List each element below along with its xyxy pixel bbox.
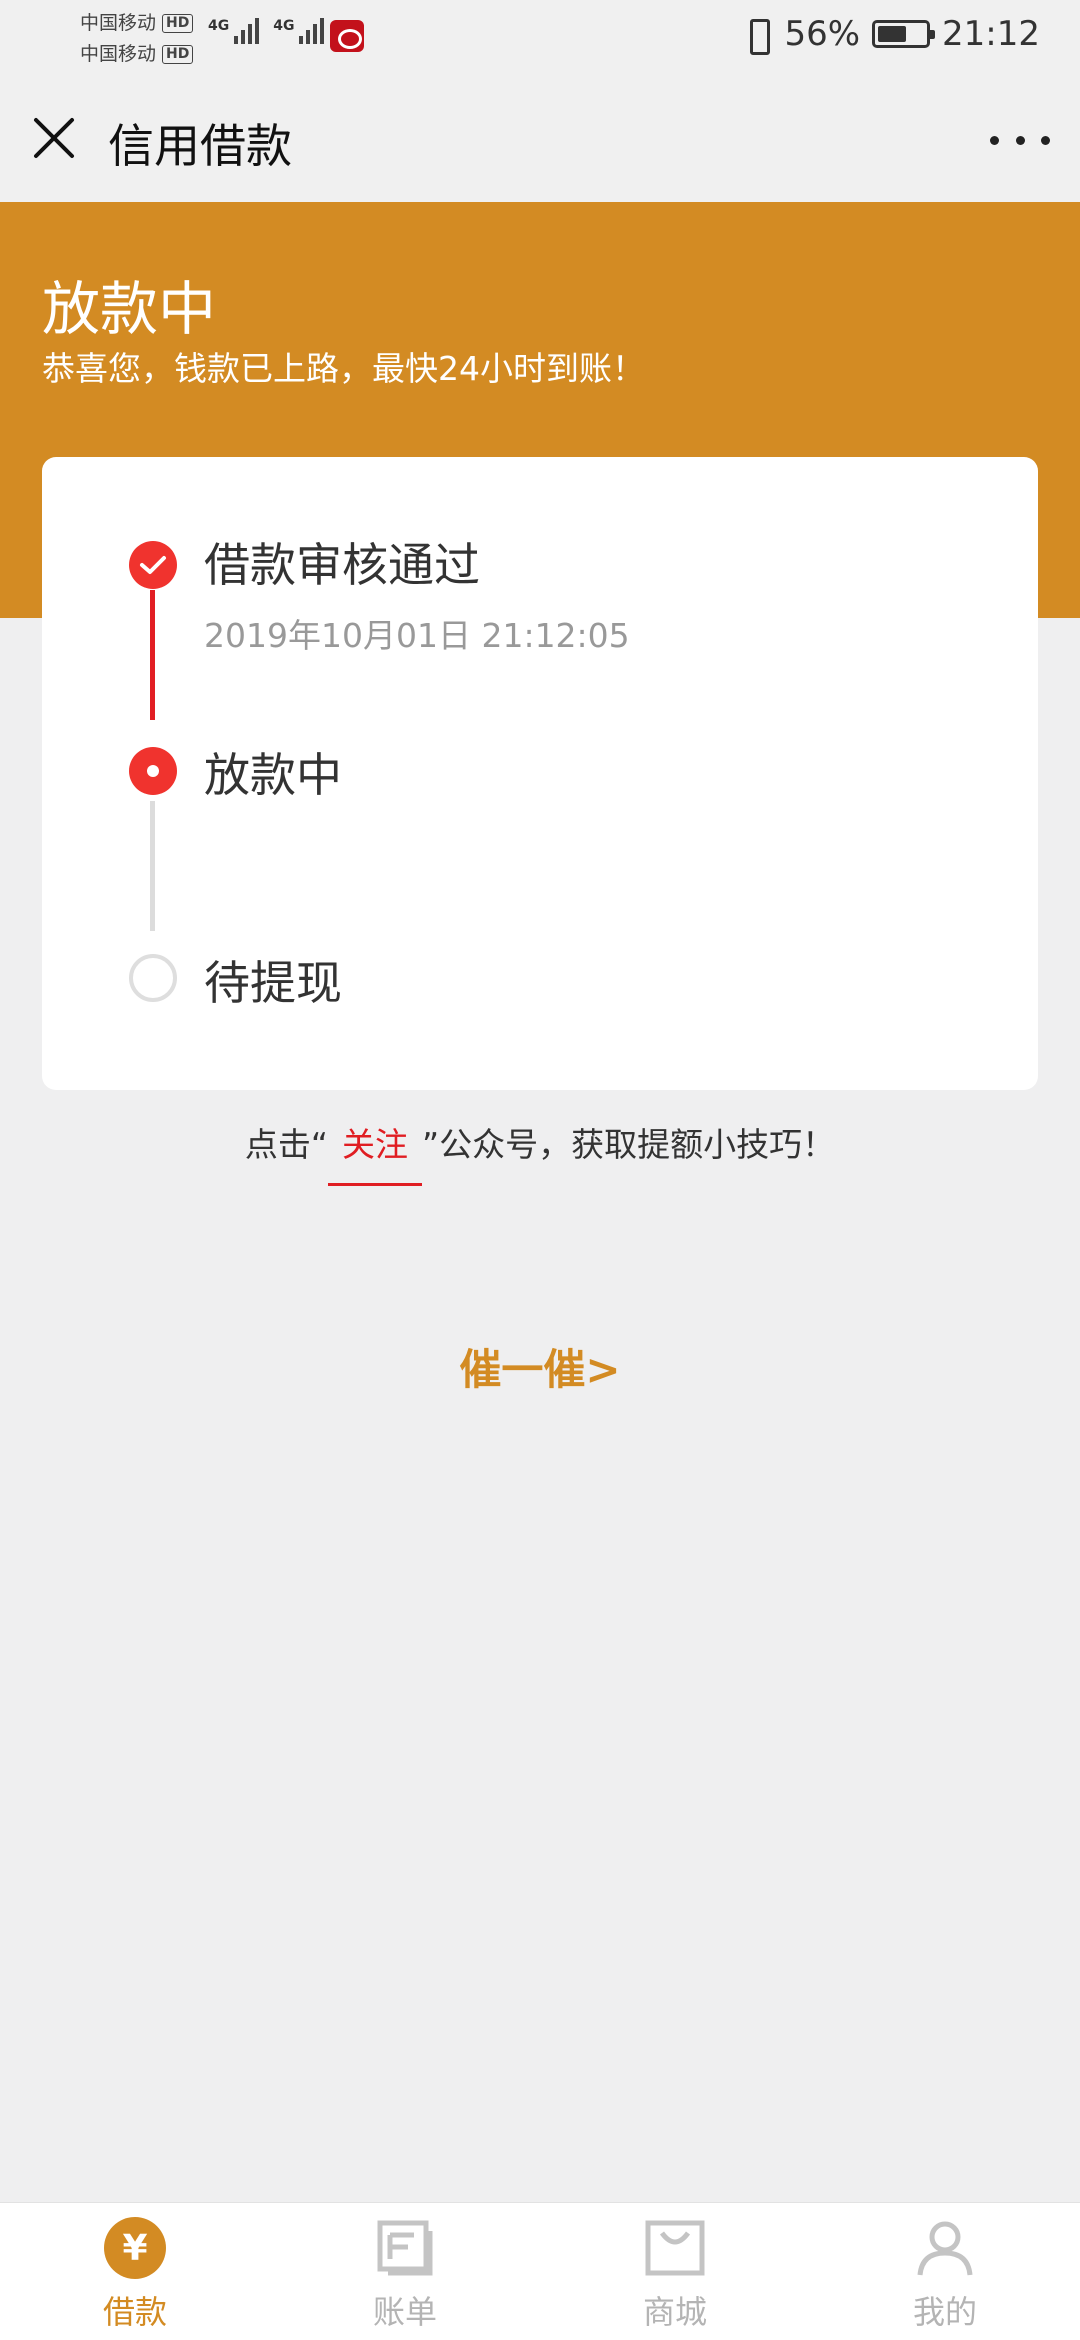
step-label-disbursing: 放款中 xyxy=(204,748,342,802)
tab-mine[interactable]: 我的 xyxy=(810,2203,1080,2340)
bill-icon xyxy=(374,2217,436,2279)
timeline-line-done xyxy=(150,590,155,720)
network-type-2: 4G xyxy=(273,18,295,34)
battery-percent: 56% xyxy=(784,14,861,54)
carrier-row-1: 中国移动 HD xyxy=(80,8,194,39)
step-time-approved: 2019年10月01日 21:12:05 xyxy=(204,616,630,655)
tab-loan[interactable]: ¥ 借款 xyxy=(0,2203,270,2340)
carrier-row-2: 中国移动 HD xyxy=(80,39,194,70)
more-options-icon[interactable] xyxy=(990,120,1050,160)
title-bar: 信用借款 xyxy=(0,72,1080,202)
battery-icon xyxy=(872,20,936,48)
close-icon[interactable] xyxy=(28,112,80,164)
status-bar: 中国移动 HD 中国移动 HD 4G 4G 56% 21:12 xyxy=(0,0,1080,72)
banner-message: 恭喜您，钱款已上路，最快24小时到账！ xyxy=(42,349,645,388)
banner-status: 放款中 xyxy=(42,275,217,343)
vibrate-icon xyxy=(742,17,772,55)
urge-button[interactable]: 催一催> xyxy=(0,1336,1080,1397)
step-label-pending-withdraw: 待提现 xyxy=(204,956,342,1010)
screen: 中国移动 HD 中国移动 HD 4G 4G 56% 21:12 信用借款 放款中… xyxy=(0,0,1080,2340)
current-step-dot-icon xyxy=(129,747,177,795)
signal-icon-1: 4G xyxy=(208,18,260,44)
tab-label-shop: 商城 xyxy=(642,2293,707,2331)
follow-tip-suffix: ”公众号，获取提额小技巧！ xyxy=(422,1125,836,1164)
carrier-name-1: 中国移动 xyxy=(80,12,157,34)
hd-badge-2: HD xyxy=(162,45,194,64)
tab-shop[interactable]: 商城 xyxy=(540,2203,810,2340)
bottom-tab-bar: ¥ 借款 账单 商城 我的 xyxy=(0,2202,1080,2340)
progress-card: 借款审核通过 2019年10月01日 21:12:05 放款中 待提现 xyxy=(42,457,1038,1090)
signal-icon-2: 4G xyxy=(273,18,325,44)
network-type-1: 4G xyxy=(208,18,230,34)
tab-label-bill: 账单 xyxy=(372,2293,437,2331)
hd-badge-1: HD xyxy=(162,14,194,33)
timeline-line-pending xyxy=(150,801,155,931)
tab-label-loan: 借款 xyxy=(102,2293,167,2331)
follow-link[interactable]: 关注 xyxy=(328,1125,422,1164)
carrier-info: 中国移动 HD 中国移动 HD xyxy=(80,8,194,70)
app-notification-icon xyxy=(330,20,364,52)
pending-step-circle-icon xyxy=(129,954,177,1002)
carrier-name-2: 中国移动 xyxy=(80,43,157,65)
status-right: 56% 21:12 xyxy=(742,14,1040,55)
tab-bill[interactable]: 账单 xyxy=(270,2203,540,2340)
page-title: 信用借款 xyxy=(108,119,292,173)
yen-icon: ¥ xyxy=(104,2217,166,2279)
signal-group: 4G 4G xyxy=(208,18,325,44)
shop-bag-icon xyxy=(644,2217,706,2279)
tab-label-mine: 我的 xyxy=(912,2293,977,2331)
follow-tip-prefix: 点击“ xyxy=(244,1125,328,1164)
user-icon xyxy=(914,2217,976,2279)
step-label-approved: 借款审核通过 xyxy=(204,538,480,592)
clock: 21:12 xyxy=(942,14,1040,54)
check-circle-icon xyxy=(129,541,177,589)
follow-tip: 点击“ 关注 ”公众号，获取提额小技巧！ xyxy=(0,1118,1080,1166)
